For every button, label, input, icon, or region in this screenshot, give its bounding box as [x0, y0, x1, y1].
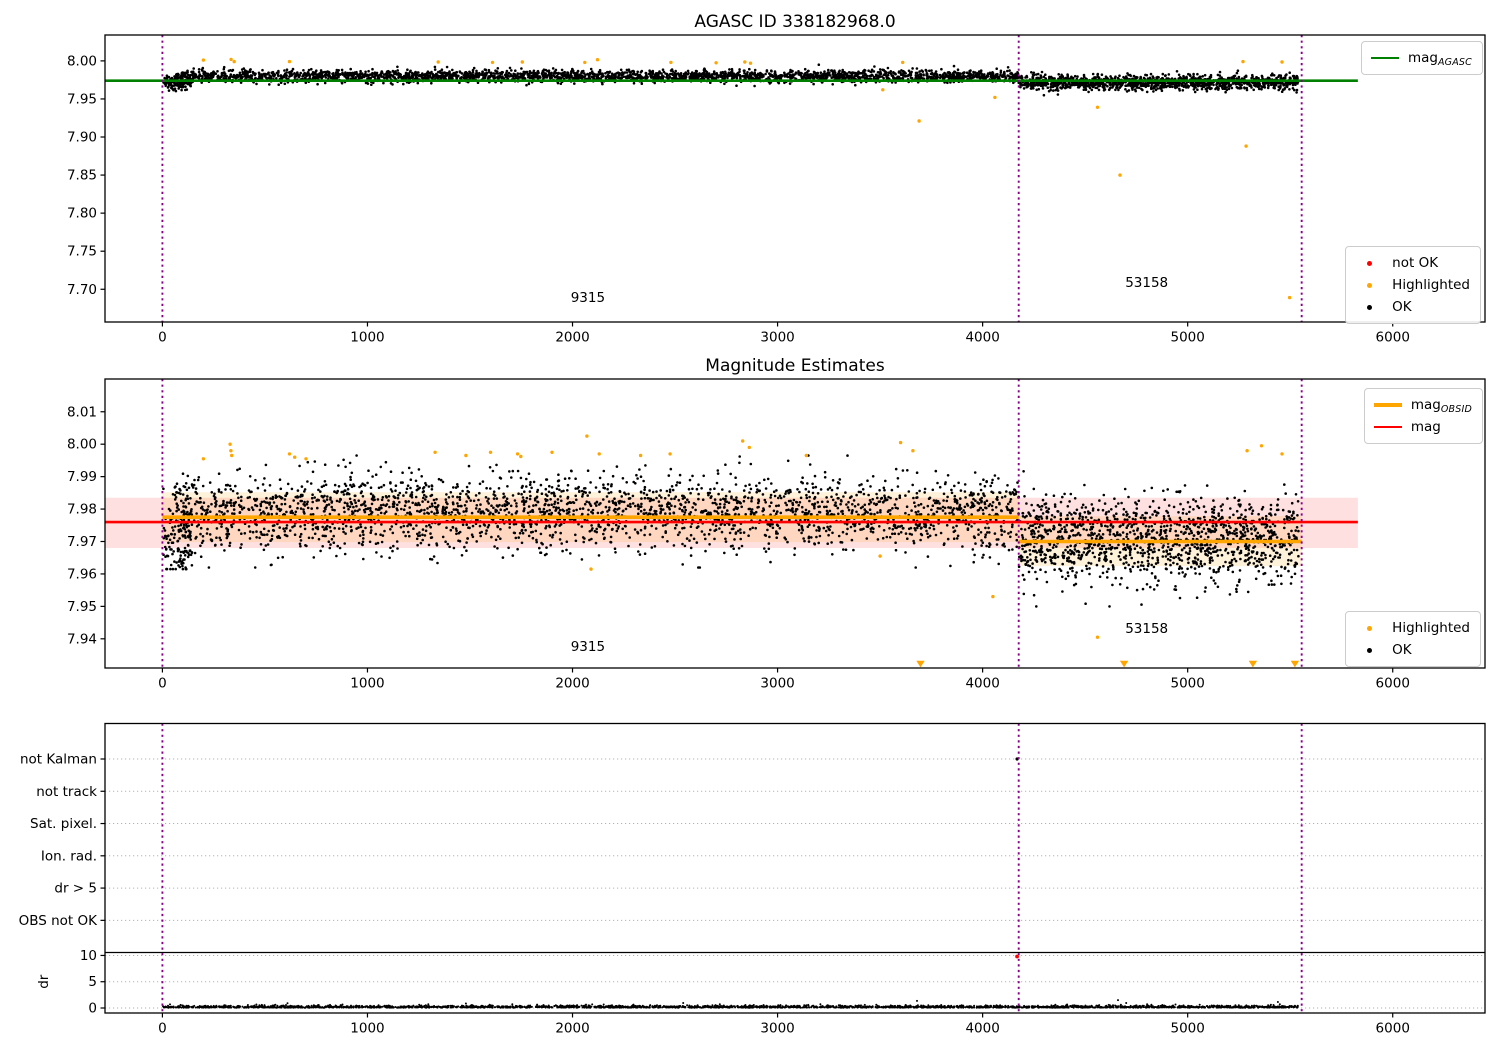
panel-middle: 9315 53158 [105, 379, 1358, 668]
legend-marker-dot-icon [1354, 305, 1384, 310]
dr-axis-label: dr [36, 974, 52, 989]
legend-label: magAGASC [1408, 50, 1472, 66]
legend-middle-status: Highlighted OK [1345, 611, 1481, 667]
svg-text:6000: 6000 [1376, 330, 1410, 346]
legend-middle-lines: magOBSID mag [1364, 388, 1483, 444]
svg-text:1000: 1000 [350, 330, 384, 346]
legend-line-swatch-icon [1373, 426, 1403, 429]
legend-line-swatch-icon [1370, 57, 1400, 60]
axes-spine [105, 724, 1485, 1014]
annotation-obsid-53158: 53158 [1125, 275, 1168, 291]
svg-text:7.75: 7.75 [67, 244, 97, 260]
legend-label: mag [1411, 419, 1441, 435]
highlighted-points [202, 58, 1292, 300]
panel-bottom [105, 724, 1485, 1014]
svg-text:7.80: 7.80 [67, 206, 97, 222]
middle-plot-title: Magnitude Estimates [105, 356, 1485, 376]
top-plot-title: AGASC ID 338182968.0 [105, 12, 1485, 32]
gridlines [105, 759, 1485, 1008]
panel-top: 9315 53158 [105, 35, 1358, 322]
charts-svg: 9315 53158 0 1000 2000 3000 4000 5000 6000 8.00 7.… [0, 0, 1500, 1050]
y-axis: 8.018.007.997.987.977.967.957.94 [67, 404, 105, 647]
legend-row: Highlighted [1354, 274, 1470, 296]
svg-text:8.00: 8.00 [67, 53, 97, 69]
legend-row: magAGASC [1370, 47, 1472, 69]
svg-text:7.90: 7.90 [67, 130, 97, 146]
legend-top-status: not OK Highlighted OK [1345, 246, 1481, 324]
clipped-low-markers [916, 661, 1299, 668]
x-axis: 0100020003000400050006000 [158, 1013, 1410, 1037]
legend-label: Highlighted [1392, 277, 1470, 293]
legend-row: mag [1373, 416, 1472, 438]
svg-text:4000: 4000 [965, 330, 999, 346]
y-axis: 8.00 7.95 7.90 7.85 7.80 7.75 7.70 [67, 53, 105, 297]
x-axis: 0 1000 2000 3000 4000 5000 6000 [158, 322, 1410, 346]
legend-marker-dot-icon [1354, 261, 1384, 266]
legend-row: Highlighted [1354, 617, 1470, 639]
legend-top-mag: magAGASC [1361, 41, 1483, 75]
svg-text:7.95: 7.95 [67, 91, 97, 107]
y-axis: not Kalmannot trackSat. pixel.Ion. rad.d… [19, 752, 105, 1017]
annotation-obsid-9315: 9315 [571, 639, 605, 655]
legend-row: OK [1354, 639, 1470, 661]
legend-label: OK [1392, 299, 1411, 315]
legend-label: magOBSID [1411, 397, 1472, 413]
annotation-obsid-9315: 9315 [571, 290, 605, 306]
legend-line-swatch-icon [1373, 403, 1403, 407]
svg-text:7.70: 7.70 [67, 282, 97, 298]
svg-text:7.85: 7.85 [67, 168, 97, 184]
legend-row: OK [1354, 296, 1470, 318]
annotation-obsid-53158: 53158 [1125, 621, 1168, 637]
legend-marker-dot-icon [1354, 626, 1384, 631]
svg-text:53158: 53158 [1125, 275, 1168, 291]
legend-marker-dot-icon [1354, 283, 1384, 288]
legend-label: not OK [1392, 255, 1438, 271]
legend-label: Highlighted [1392, 620, 1470, 636]
svg-text:9315: 9315 [571, 290, 605, 306]
dr-points [162, 999, 1299, 1009]
legend-row: magOBSID [1373, 394, 1472, 416]
not-ok-points [1015, 955, 1019, 959]
svg-text:2000: 2000 [555, 330, 589, 346]
obsid-boundary-lines [162, 724, 1301, 1014]
svg-text:0: 0 [158, 330, 167, 346]
legend-row: not OK [1354, 252, 1470, 274]
legend-label: OK [1392, 642, 1411, 658]
figure: 9315 53158 0 1000 2000 3000 4000 5000 6000 8.00 7.… [0, 0, 1500, 1050]
svg-text:5000: 5000 [1170, 330, 1204, 346]
legend-marker-dot-icon [1354, 648, 1384, 653]
x-axis: 0100020003000400050006000 [158, 668, 1410, 692]
svg-text:3000: 3000 [760, 330, 794, 346]
